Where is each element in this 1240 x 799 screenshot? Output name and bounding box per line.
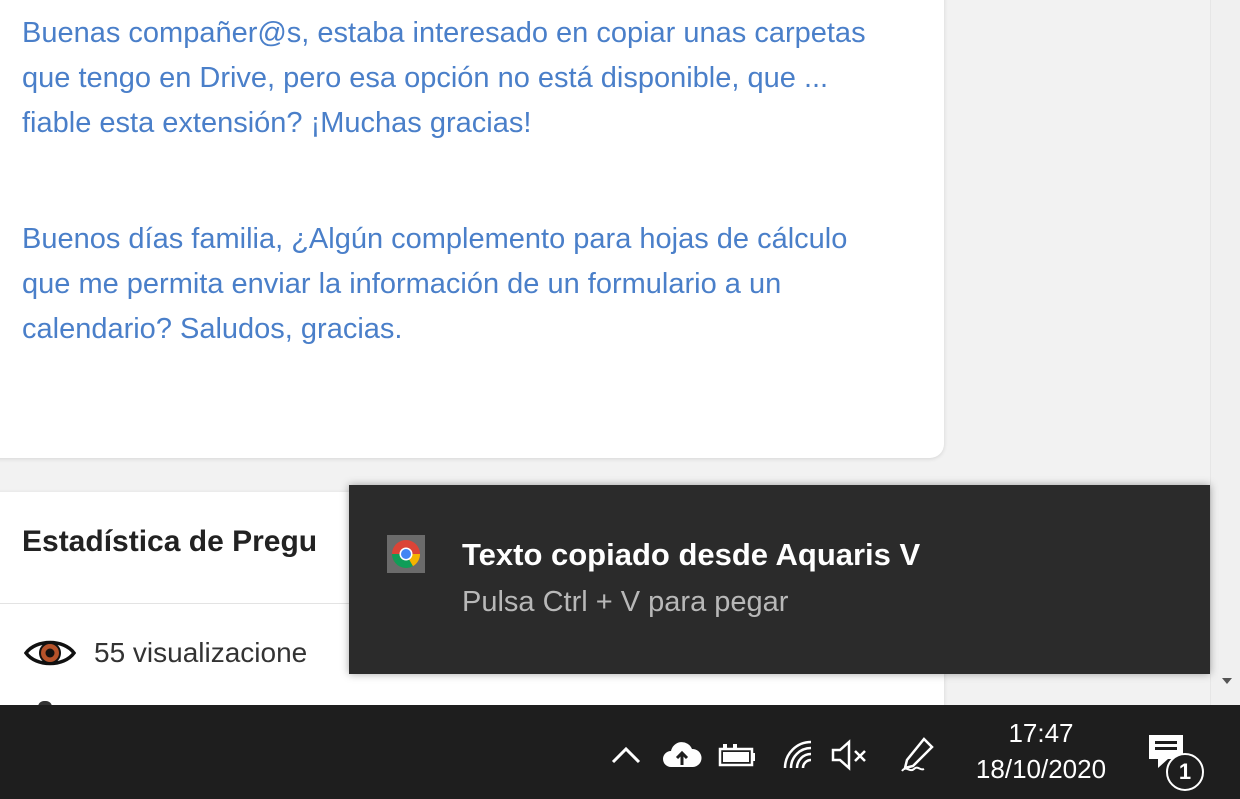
question-post-1[interactable]: Buenas compañer@s, estaba interesado en … <box>22 11 902 146</box>
clock-time: 17:47 <box>1008 718 1074 748</box>
question-post-2[interactable]: Buenos días familia, ¿Algún complemento … <box>22 217 902 352</box>
page-scrollbar[interactable] <box>1210 0 1240 705</box>
windows-ink-button[interactable] <box>898 735 938 775</box>
battery-tray-button[interactable] <box>718 735 758 775</box>
toast-title: Texto copiado desde Aquaris V <box>462 537 921 572</box>
volume-muted-icon <box>831 739 866 771</box>
windows-taskbar: 17:47 18/10/2020 1 <box>0 705 1240 799</box>
pen-icon <box>901 737 934 772</box>
views-row: 55 visualizacione <box>24 636 307 670</box>
chevron-up-icon <box>611 746 641 764</box>
wifi-icon <box>783 740 812 769</box>
toast-message: Pulsa Ctrl + V para pegar <box>462 586 789 618</box>
show-hidden-icons-button[interactable] <box>606 735 646 775</box>
scroll-down-arrow[interactable] <box>1222 678 1232 684</box>
volume-tray-button[interactable] <box>830 735 870 775</box>
copy-toast-notification[interactable]: Texto copiado desde Aquaris V Pulsa Ctrl… <box>349 485 1210 674</box>
wifi-tray-button[interactable] <box>778 735 818 775</box>
eye-icon <box>24 640 76 666</box>
cloud-upload-icon <box>663 742 702 767</box>
battery-icon <box>718 744 755 767</box>
onedrive-tray-button[interactable] <box>662 735 702 775</box>
clock-date: 18/10/2020 <box>975 754 1107 784</box>
chrome-icon <box>387 535 425 573</box>
taskbar-clock[interactable]: 17:47 18/10/2020 <box>962 715 1120 787</box>
notification-count-badge: 1 <box>1166 753 1204 791</box>
views-count: 55 visualizacione <box>94 637 308 668</box>
stats-title: Estadística de Pregu <box>22 525 318 558</box>
